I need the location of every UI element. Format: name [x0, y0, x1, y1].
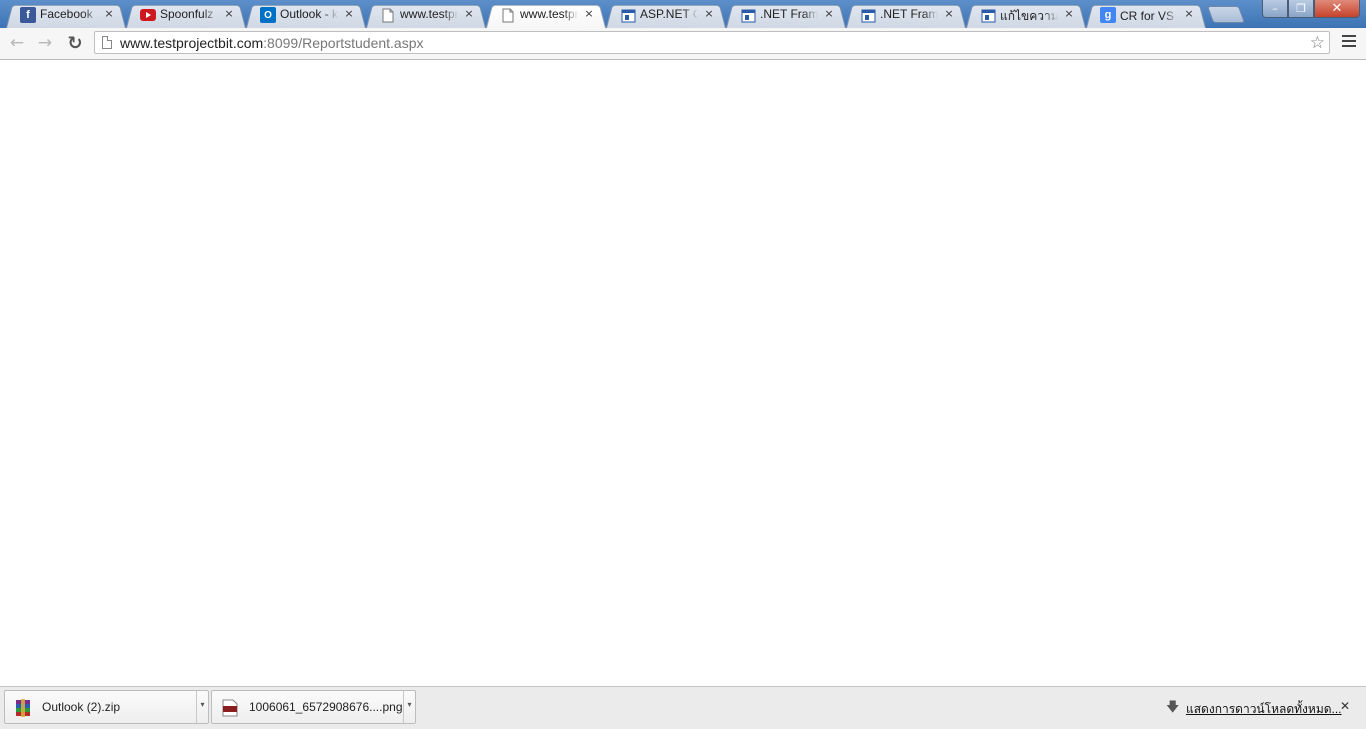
maximize-button[interactable]: ❐: [1288, 0, 1314, 18]
back-button[interactable]: ←: [5, 32, 29, 54]
tab-close-icon[interactable]: ×: [1182, 7, 1196, 21]
tab-close-icon[interactable]: ×: [942, 7, 956, 21]
download-arrow-icon: 🡇: [1166, 700, 1180, 715]
tab-title: www.testpro: [400, 7, 458, 21]
download-item[interactable]: 1006061_6572908676....png ▾: [211, 690, 416, 724]
download-item[interactable]: Outlook (2).zip ▾: [4, 690, 209, 724]
google-icon: g: [1100, 7, 1116, 23]
msdn-icon: [740, 7, 756, 23]
download-item-main[interactable]: 1006061_6572908676....png: [212, 691, 404, 723]
close-window-button[interactable]: ✕: [1314, 0, 1360, 18]
show-all-downloads-link[interactable]: แสดงการดาวน์โหลดทั้งหมด...: [1186, 700, 1342, 719]
tab-title: Facebook: [40, 7, 93, 21]
window-controls: – ❐ ✕: [1262, 0, 1360, 18]
tab-net-framework-2[interactable]: .NET Frame ×: [846, 2, 966, 29]
minimize-button[interactable]: –: [1262, 0, 1288, 18]
tab-close-icon[interactable]: ×: [462, 7, 476, 21]
tab-close-icon[interactable]: ×: [222, 7, 236, 21]
reload-button[interactable]: ↻: [63, 32, 87, 54]
download-filename: Outlook (2).zip: [42, 700, 121, 714]
browser-toolbar: ← → ↻ www.testprojectbit.com:8099/Report…: [0, 28, 1366, 60]
page-content: [0, 60, 1366, 686]
bookmark-star-icon[interactable]: ☆: [1310, 33, 1325, 53]
tab-close-icon[interactable]: ×: [582, 7, 596, 21]
tab-spoonfulz[interactable]: Spoonfulz - ×: [126, 2, 246, 29]
tab-title: www.testpro: [520, 7, 578, 21]
url-host: www.testprojectbit.com: [120, 35, 264, 51]
png-file-icon: [221, 699, 239, 717]
tab-facebook[interactable]: f Facebook ×: [6, 2, 126, 29]
page-icon: [102, 36, 112, 49]
page-icon: [380, 7, 396, 23]
tab-close-icon[interactable]: ×: [102, 7, 116, 21]
close-shelf-icon[interactable]: ✕: [1340, 699, 1350, 713]
msdn-icon: [980, 7, 996, 23]
chrome-menu-icon[interactable]: [1342, 35, 1356, 50]
download-filename: 1006061_6572908676....png: [249, 700, 403, 714]
tab-strip: f Facebook × Spoonfulz - × O Outlook - k…: [0, 0, 1366, 29]
download-shelf: Outlook (2).zip ▾ 1006061_6572908676....…: [0, 686, 1366, 729]
address-bar[interactable]: www.testprojectbit.com:8099/Reportstuden…: [94, 31, 1330, 54]
download-item-main[interactable]: Outlook (2).zip: [5, 691, 197, 723]
msdn-icon: [860, 7, 876, 23]
url-text[interactable]: www.testprojectbit.com:8099/Reportstuden…: [120, 35, 424, 51]
tab-aspnet[interactable]: ASP.NET Ch ×: [606, 2, 726, 29]
facebook-icon: f: [20, 7, 36, 23]
page-icon: [500, 7, 516, 23]
winrar-archive-icon: [14, 699, 32, 717]
tab-title: ASP.NET Ch: [640, 7, 698, 21]
tab-cr-for-vs[interactable]: g CR for VS กับ ×: [1086, 2, 1206, 29]
outlook-icon: O: [260, 7, 276, 23]
tab-close-icon[interactable]: ×: [822, 7, 836, 21]
download-menu-chevron-icon[interactable]: ▾: [403, 691, 415, 723]
tab-title: แก้ไขความคิด: [1000, 9, 1058, 23]
tab-thai-forum[interactable]: แก้ไขความคิด ×: [966, 2, 1086, 29]
tab-outlook[interactable]: O Outlook - ka ×: [246, 2, 366, 29]
download-menu-chevron-icon[interactable]: ▾: [196, 691, 208, 723]
tab-testproject-active[interactable]: www.testpro ×: [486, 2, 606, 29]
tab-title: .NET Frame: [760, 7, 818, 21]
tab-net-framework-1[interactable]: .NET Frame ×: [726, 2, 846, 29]
tab-close-icon[interactable]: ×: [342, 7, 356, 21]
tab-testproject-1[interactable]: www.testpro ×: [366, 2, 486, 29]
tab-title: Outlook - ka: [280, 7, 338, 21]
new-tab-button[interactable]: [1206, 6, 1246, 23]
tab-close-icon[interactable]: ×: [1062, 7, 1076, 21]
youtube-icon: [140, 7, 156, 23]
msdn-icon: [620, 7, 636, 23]
tab-title: CR for VS กับ: [1120, 9, 1178, 23]
forward-button[interactable]: →: [33, 32, 57, 54]
tab-title: Spoonfulz -: [160, 7, 218, 21]
url-path: :8099/Reportstudent.aspx: [263, 35, 424, 51]
tab-title: .NET Frame: [880, 7, 938, 21]
tab-close-icon[interactable]: ×: [702, 7, 716, 21]
